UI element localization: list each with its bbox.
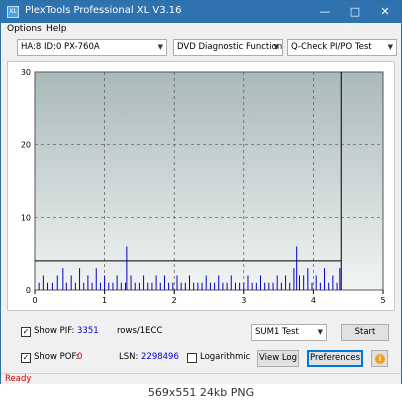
maximize-icon[interactable]: □ bbox=[340, 1, 370, 23]
menu-options[interactable]: Options bbox=[7, 24, 42, 34]
status-text: Ready bbox=[5, 374, 32, 384]
chart-svg: 0 1 2 3 4 5 0 10 20 30 bbox=[21, 68, 386, 305]
window-title: PlexTools Professional XL V3.16 bbox=[25, 5, 182, 16]
x-tick-label: 0 bbox=[32, 296, 37, 305]
x-tick-label: 5 bbox=[380, 296, 385, 305]
image-caption: 569x551 24kb PNG bbox=[147, 386, 255, 399]
show-pif-checkbox[interactable]: ✓ bbox=[21, 327, 31, 337]
info-icon: i bbox=[375, 354, 385, 364]
function-select-value: DVD Diagnostic Functions bbox=[177, 42, 283, 52]
pif-value: 3351 bbox=[77, 326, 99, 336]
y-tick-label: 0 bbox=[26, 286, 31, 295]
lsn-label: LSN: bbox=[119, 352, 139, 362]
lsn-value: 2298496 bbox=[141, 352, 179, 362]
test-select[interactable]: Q-Check PI/PO Test ▼ bbox=[287, 39, 397, 56]
image-footer: 569x551 24kb PNG bbox=[0, 384, 402, 404]
show-pof-label: Show POF: bbox=[34, 352, 79, 362]
chevron-down-icon: ▼ bbox=[387, 43, 393, 51]
view-log-button[interactable]: View Log bbox=[257, 350, 299, 367]
plot-background bbox=[34, 71, 384, 291]
drive-select[interactable]: HA:8 ID:0 PX-760A ▼ bbox=[17, 39, 167, 56]
app-icon: XL bbox=[7, 6, 19, 18]
x-tick-label: 2 bbox=[172, 296, 177, 305]
pi-po-chart: 0 1 2 3 4 5 0 10 20 30 bbox=[7, 61, 395, 311]
app-window: XL PlexTools Professional XL V3.16 — □ ✕… bbox=[0, 0, 402, 404]
show-pof-checkbox[interactable]: ✓ bbox=[21, 353, 31, 363]
y-tick-label: 30 bbox=[21, 68, 31, 77]
pof-value: 0 bbox=[77, 352, 83, 362]
function-select[interactable]: DVD Diagnostic Functions ▼ bbox=[173, 39, 283, 56]
chevron-down-icon: ▼ bbox=[317, 328, 323, 336]
y-tick-label: 10 bbox=[21, 213, 31, 222]
title-bar: XL PlexTools Professional XL V3.16 — □ ✕ bbox=[1, 1, 401, 23]
menu-bar: Options Help bbox=[1, 23, 401, 37]
preferences-button[interactable]: Preferences bbox=[307, 350, 363, 367]
close-icon[interactable]: ✕ bbox=[370, 1, 400, 23]
menu-help[interactable]: Help bbox=[46, 24, 67, 34]
x-tick-label: 3 bbox=[241, 296, 246, 305]
info-button[interactable]: i bbox=[371, 350, 388, 367]
toolbar: HA:8 ID:0 PX-760A ▼ DVD Diagnostic Funct… bbox=[1, 37, 401, 59]
x-tick-label: 4 bbox=[311, 296, 316, 305]
start-button[interactable]: Start bbox=[341, 324, 389, 341]
chevron-down-icon: ▼ bbox=[273, 43, 279, 51]
drive-select-value: HA:8 ID:0 PX-760A bbox=[21, 42, 100, 52]
minimize-icon[interactable]: — bbox=[310, 1, 340, 23]
chevron-down-icon: ▼ bbox=[157, 43, 163, 51]
controls-panel: ✓ Show PIF: 3351 rows/1ECC SUM1 Test ▼ S… bbox=[7, 317, 395, 371]
show-pif-label: Show PIF: bbox=[34, 326, 75, 336]
y-tick-label: 20 bbox=[21, 141, 31, 150]
x-tick-label: 1 bbox=[102, 296, 107, 305]
sum-test-select[interactable]: SUM1 Test ▼ bbox=[251, 324, 327, 341]
sum-test-select-value: SUM1 Test bbox=[255, 327, 299, 337]
logarithmic-label: Logarithmic bbox=[200, 352, 251, 362]
pif-unit: rows/1ECC bbox=[117, 326, 163, 336]
logarithmic-checkbox[interactable] bbox=[187, 353, 197, 363]
test-select-value: Q-Check PI/PO Test bbox=[291, 42, 372, 52]
